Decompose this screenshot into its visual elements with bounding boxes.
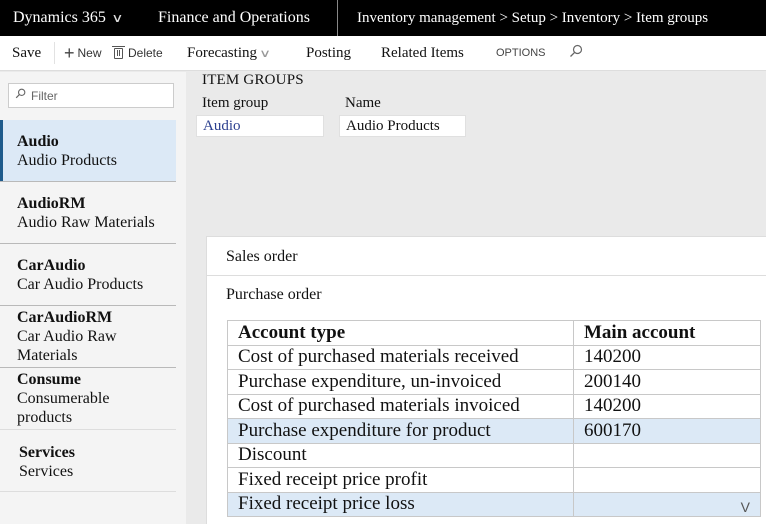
delete-label: Delete: [128, 46, 163, 60]
delete-button[interactable]: Delete: [112, 45, 187, 60]
list-item-caraudiorm[interactable]: CarAudioRM Car Audio Raw Materials: [0, 306, 176, 368]
breadcrumb[interactable]: Inventory management > Setup > Inventory…: [338, 10, 708, 27]
purchase-order-tab[interactable]: Purchase order: [207, 276, 766, 318]
trash-icon: [112, 45, 125, 59]
account-type-cell: Discount: [227, 442, 574, 468]
column-header-main-account[interactable]: Main account: [573, 320, 761, 346]
item-group-list: Audio Audio Products AudioRM Audio Raw M…: [0, 120, 176, 492]
new-button[interactable]: + New: [55, 44, 114, 62]
new-label: New: [77, 46, 102, 60]
section-title: ITEM GROUPS: [202, 72, 304, 88]
account-type-cell: Purchase expenditure, un-invoiced: [227, 369, 574, 395]
item-name: Car Audio Products: [17, 276, 144, 293]
main-account-cell[interactable]: [573, 442, 761, 468]
list-item-caraudio[interactable]: CarAudio Car Audio Products: [0, 244, 176, 306]
list-item-audiorm[interactable]: AudioRM Audio Raw Materials: [0, 182, 176, 244]
grid-header-row: Account type Main account: [227, 320, 761, 346]
item-code: Audio: [17, 133, 59, 150]
item-name: Audio Raw Materials: [17, 214, 155, 231]
main-account-cell[interactable]: 140200: [573, 344, 761, 370]
item-code: Consume: [17, 371, 82, 388]
item-group-label: Item group: [202, 95, 269, 111]
account-type-cell: Cost of purchased materials invoiced: [227, 393, 574, 419]
item-group-list-pane: Audio Audio Products AudioRM Audio Raw M…: [0, 72, 186, 524]
app-name[interactable]: Finance and Operations: [145, 9, 337, 27]
save-button[interactable]: Save: [0, 45, 54, 62]
account-type-cell: Purchase expenditure for product: [227, 418, 574, 444]
item-name: Services: [19, 463, 74, 480]
forecasting-menu[interactable]: Forecasting ∨: [187, 45, 306, 62]
item-code: CarAudio: [17, 257, 86, 274]
item-code: CarAudioRM: [17, 309, 113, 326]
column-header-account-type[interactable]: Account type: [227, 320, 574, 346]
chevron-down-icon: ∨: [258, 47, 272, 60]
table-row[interactable]: Purchase expenditure for product 600170: [227, 418, 761, 444]
table-row[interactable]: Cost of purchased materials received 140…: [227, 344, 761, 370]
item-name: Consumerable products: [17, 390, 110, 426]
action-pane: Save + New Delete Forecasting ∨ Posting …: [0, 36, 766, 71]
account-grid: Account type Main account Cost of purcha…: [227, 320, 761, 517]
list-item-services[interactable]: Services Services: [0, 430, 176, 492]
table-row[interactable]: Cost of purchased materials invoiced 140…: [227, 393, 761, 419]
search-icon: [15, 88, 26, 103]
details-card: Sales order Purchase order Account type …: [206, 236, 766, 524]
search-icon[interactable]: [569, 44, 589, 63]
table-row[interactable]: Discount: [227, 442, 761, 468]
table-row[interactable]: Fixed receipt price loss V: [227, 491, 761, 518]
options-tab[interactable]: OPTIONS: [496, 47, 569, 59]
main-account-cell[interactable]: [573, 467, 761, 493]
list-item-audio[interactable]: Audio Audio Products: [0, 120, 176, 182]
forecasting-label: Forecasting: [187, 44, 257, 61]
item-code: Services: [19, 444, 75, 461]
main-account-cell[interactable]: 200140: [573, 369, 761, 395]
name-field[interactable]: Audio Products: [339, 115, 466, 137]
top-nav-bar: Dynamics 365 ∨ Finance and Operations In…: [0, 0, 766, 36]
chevron-down-icon: ∨: [111, 10, 124, 25]
name-label: Name: [345, 95, 381, 111]
item-code: AudioRM: [17, 195, 86, 212]
plus-icon: +: [64, 43, 75, 63]
main-account-cell[interactable]: 600170: [573, 418, 761, 444]
main-account-dropdown[interactable]: V: [573, 491, 761, 518]
brand-label: Dynamics 365: [13, 9, 106, 26]
main-account-cell[interactable]: 140200: [573, 393, 761, 419]
sales-order-tab[interactable]: Sales order: [207, 237, 766, 276]
table-row[interactable]: Purchase expenditure, un-invoiced 200140: [227, 369, 761, 395]
chevron-down-icon[interactable]: V: [741, 496, 750, 518]
item-name: Car Audio Raw Materials: [17, 328, 117, 364]
item-group-field[interactable]: Audio: [196, 115, 324, 137]
list-item-consume[interactable]: Consume Consumerable products: [0, 368, 176, 430]
account-type-cell: Fixed receipt price profit: [227, 467, 574, 493]
related-items-tab[interactable]: Related Items: [381, 45, 496, 62]
posting-tab[interactable]: Posting: [306, 45, 381, 62]
brand-menu[interactable]: Dynamics 365 ∨: [0, 9, 145, 27]
item-name: Audio Products: [17, 152, 117, 169]
filter-input[interactable]: [31, 88, 161, 103]
filter-box[interactable]: [8, 83, 174, 108]
account-type-cell: Fixed receipt price loss: [227, 491, 574, 517]
account-type-cell: Cost of purchased materials received: [227, 344, 574, 370]
table-row[interactable]: Fixed receipt price profit: [227, 467, 761, 493]
